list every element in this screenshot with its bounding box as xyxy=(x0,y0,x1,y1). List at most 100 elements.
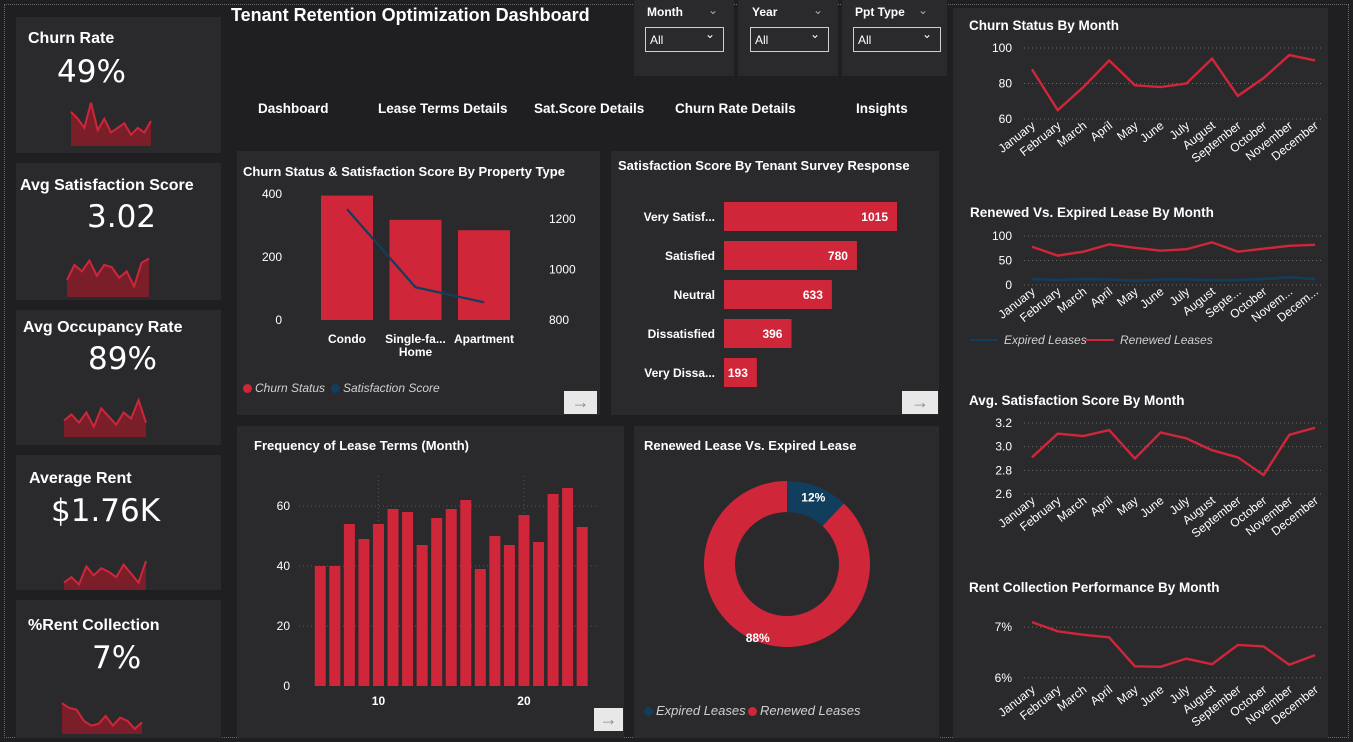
legend-label: Renewed Leases xyxy=(1120,333,1213,347)
x-tick-label: March xyxy=(1054,284,1089,316)
x-tick-label: Single-fa... xyxy=(385,332,446,346)
x-tick-label: June xyxy=(1137,682,1166,709)
slicer-label: Ppt Type xyxy=(855,5,905,19)
chevron-down-icon[interactable]: ⌄ xyxy=(810,27,820,41)
x-tick-label: May xyxy=(1114,493,1140,518)
kpi-sparkline xyxy=(70,102,152,146)
legend-item-churn-status: Churn Status xyxy=(243,381,325,395)
legend-dot-icon xyxy=(331,384,340,393)
bar xyxy=(387,509,399,686)
x-tick-label: May xyxy=(1114,118,1140,143)
chevron-down-icon[interactable]: ⌄ xyxy=(708,3,718,17)
nav-lease-terms-details[interactable]: Lease Terms Details xyxy=(378,101,508,116)
y-tick-label: 3.2 xyxy=(995,416,1012,430)
visual-title: Renewed Lease Vs. Expired Lease xyxy=(644,438,857,453)
y-tick-label: 2.6 xyxy=(995,487,1012,501)
y-tick-label: 2.8 xyxy=(995,463,1012,477)
rent-collection-by-month-chart[interactable]: 6%7%JanuaryFebruaryMarchApril MayJune July… xyxy=(960,600,1328,730)
bar xyxy=(402,512,414,686)
bar xyxy=(576,527,588,686)
churn-by-month-chart[interactable]: 6080100JanuaryFebruaryMarchApril MayJune J… xyxy=(960,38,1328,163)
bar xyxy=(547,494,559,686)
survey-response-chart: Very Satisf... 1015 Satisfied 780 Neutral 633… xyxy=(644,202,897,387)
legend-item-renewed-leases: Renewed Leases xyxy=(748,703,860,718)
data-label: 88% xyxy=(746,631,770,645)
x-tick-label: 20 xyxy=(517,694,531,708)
y-tick-label: 400 xyxy=(262,187,282,201)
drillthrough-arrow-button[interactable]: → xyxy=(594,708,623,731)
drillthrough-arrow-button[interactable]: → xyxy=(564,391,597,414)
y2-tick-label: 800 xyxy=(549,313,569,327)
drillthrough-arrow-button[interactable]: → xyxy=(902,391,938,414)
y2-tick-label: 1000 xyxy=(549,263,576,277)
satisfaction-by-month-chart[interactable]: 2.62.83.03.2JanuaryFebruaryMarchApril May… xyxy=(960,413,1328,543)
nav-sat-score-details[interactable]: Sat.Score Details xyxy=(534,101,644,116)
category-label: Very Satisf... xyxy=(644,210,715,224)
bar xyxy=(460,500,472,686)
legend-label: Expired Leases xyxy=(656,703,746,718)
y-tick-label: 80 xyxy=(999,77,1013,91)
y-tick-label: 6% xyxy=(995,671,1013,685)
donut-slice xyxy=(704,481,870,647)
x-tick-label: 10 xyxy=(372,694,386,708)
legend-item-expired-leases: Expired Leases xyxy=(644,703,746,718)
churn-satisfaction-chart: 0 200 400 800 1000 1200 Condo Single-fa...Home A… xyxy=(262,187,576,359)
visual-title: Satisfaction Score By Tenant Survey Resp… xyxy=(618,158,910,173)
bar xyxy=(321,195,373,320)
visual-title: Rent Collection Performance By Month xyxy=(969,580,1220,595)
bar xyxy=(503,545,515,686)
x-tick-label: May xyxy=(1114,682,1140,707)
dashboard-title: Tenant Retention Optimization Dashboard xyxy=(231,5,590,25)
x-tick-label: March xyxy=(1054,493,1089,525)
bar xyxy=(329,566,341,686)
x-tick-label: April xyxy=(1087,118,1115,144)
bar xyxy=(389,219,442,320)
kpi-value: $1.76K xyxy=(51,493,161,529)
legend-dot-icon xyxy=(748,707,757,716)
x-tick-label: March xyxy=(1054,118,1089,150)
renewed-expired-donut: 12% 88% xyxy=(704,481,870,647)
bar xyxy=(445,509,457,686)
chevron-down-icon[interactable]: ⌄ xyxy=(705,27,715,41)
nav-dashboard[interactable]: Dashboard xyxy=(258,101,329,116)
series-line xyxy=(1031,621,1316,668)
kpi-title: Avg Satisfaction Score xyxy=(20,177,194,194)
kpi-sparkline xyxy=(63,397,147,437)
x-tick-label: April xyxy=(1087,493,1115,519)
y-tick-label: 200 xyxy=(262,250,282,264)
chevron-down-icon[interactable]: ⌄ xyxy=(918,3,928,17)
bar xyxy=(474,569,486,686)
series-line xyxy=(1031,275,1316,282)
kpi-title: Average Rent xyxy=(29,470,132,487)
kpi-sparkline xyxy=(66,257,150,297)
x-tick-label: June xyxy=(1137,284,1166,311)
data-label: 193 xyxy=(728,366,748,380)
renewed-expired-by-month-chart[interactable]: 050100JanuaryFebruaryMarchApril MayJune Ju… xyxy=(960,225,1328,330)
lease-terms-chart: 0 20 40 60 10 20 xyxy=(277,476,597,708)
chevron-down-icon[interactable]: ⌄ xyxy=(922,27,932,41)
nav-insights[interactable]: Insights xyxy=(856,101,908,116)
bar xyxy=(372,524,384,686)
data-label: 1015 xyxy=(861,210,888,224)
legend-label: Satisfaction Score xyxy=(343,381,440,395)
bar xyxy=(518,515,530,686)
nav-churn-rate-details[interactable]: Churn Rate Details xyxy=(675,101,796,116)
visual-title: Avg. Satisfaction Score By Month xyxy=(969,393,1185,408)
x-tick-label: April xyxy=(1087,682,1115,708)
chevron-down-icon[interactable]: ⌄ xyxy=(813,3,823,17)
kpi-title: %Rent Collection xyxy=(28,617,160,634)
x-tick-label: Apartment xyxy=(454,332,514,346)
y-tick-label: 100 xyxy=(992,41,1012,55)
data-label: 12% xyxy=(801,491,825,505)
visual-title: Frequency of Lease Terms (Month) xyxy=(254,438,470,453)
x-tick-label: March xyxy=(1054,682,1089,714)
y-tick-label: 100 xyxy=(992,229,1012,243)
data-label: 396 xyxy=(762,327,782,341)
category-label: Very Dissa... xyxy=(644,366,715,380)
x-tick-label: May xyxy=(1114,284,1140,309)
bar xyxy=(458,230,510,320)
y-tick-label: 7% xyxy=(995,620,1013,634)
legend-label: Renewed Leases xyxy=(760,703,861,718)
sparkline-area xyxy=(71,102,151,146)
kpi-value: 49% xyxy=(57,54,126,90)
